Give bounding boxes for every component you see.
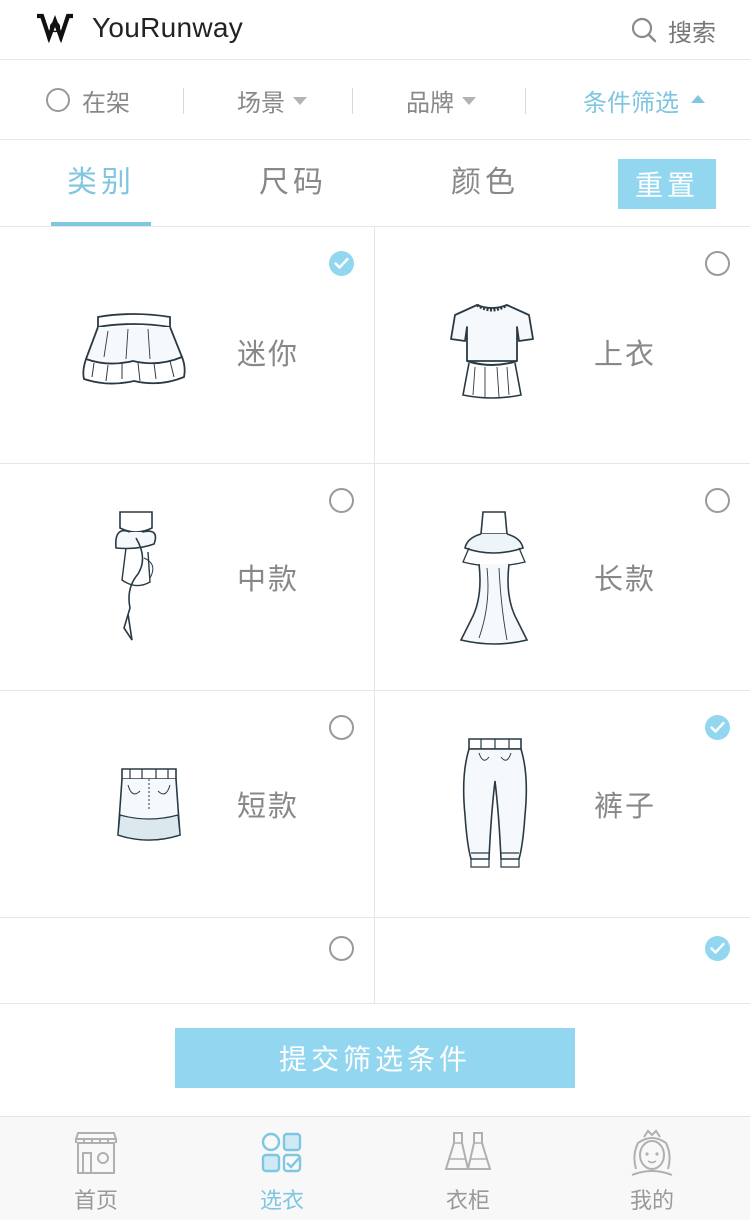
- checkbox-unchecked[interactable]: [329, 936, 354, 961]
- tab-category[interactable]: 类别: [51, 140, 151, 226]
- pants-icon: [462, 738, 528, 868]
- short-skirt-icon: [117, 768, 181, 841]
- category-item-midi[interactable]: 中款: [0, 464, 375, 691]
- brand-dropdown[interactable]: 品牌: [406, 60, 476, 140]
- reset-button[interactable]: 重置: [618, 159, 716, 209]
- store-icon: [74, 1132, 118, 1174]
- app-title: YouRunway: [92, 12, 244, 43]
- category-grid: 迷你 上衣 中款 长款 短款 裤子: [0, 227, 750, 1004]
- chevron-down-icon: [462, 97, 476, 105]
- category-label: 短款: [237, 789, 300, 823]
- filter-divider: [525, 88, 526, 114]
- filter-tabs: 类别 尺码 颜色 重置: [0, 140, 750, 227]
- condition-filter-label: 条件筛选: [583, 88, 679, 117]
- bottom-nav: 首页 选衣 衣柜 我的: [0, 1116, 750, 1220]
- long-dress-icon: [459, 511, 529, 645]
- nav-label: 衣柜: [445, 1189, 490, 1214]
- nav-item-profile[interactable]: 我的: [592, 1117, 712, 1220]
- submit-filter-button[interactable]: 提交筛选条件: [175, 1028, 575, 1088]
- scene-label: 场景: [237, 88, 285, 117]
- nav-label: 选衣: [259, 1189, 304, 1214]
- chevron-up-icon: [691, 95, 705, 103]
- category-item[interactable]: [0, 918, 375, 1004]
- select-grid-icon: [261, 1132, 302, 1173]
- category-label: 长款: [594, 562, 657, 596]
- filter-bar: 在架 场景 品牌 条件筛选: [0, 60, 750, 140]
- nav-item-select[interactable]: 选衣: [222, 1117, 342, 1220]
- category-item[interactable]: [375, 918, 750, 1004]
- checkbox-checked[interactable]: [705, 936, 730, 961]
- mini-skirt-icon: [82, 313, 186, 385]
- tab-size[interactable]: 尺码: [243, 140, 343, 226]
- checkbox-unchecked[interactable]: [705, 251, 730, 276]
- category-label: 中款: [237, 562, 300, 596]
- category-item-short[interactable]: 短款: [0, 691, 375, 918]
- filter-divider: [183, 88, 184, 114]
- active-tab-underline: [51, 222, 151, 226]
- filter-divider: [352, 88, 353, 114]
- category-item-mini[interactable]: 迷你: [0, 227, 375, 464]
- checkmark-icon: [710, 942, 725, 954]
- chevron-down-icon: [293, 97, 307, 105]
- search-icon: [631, 17, 657, 43]
- checkmark-icon: [334, 257, 349, 269]
- nav-item-wardrobe[interactable]: 衣柜: [408, 1117, 528, 1220]
- category-label: 上衣: [594, 337, 657, 371]
- app-header: YouRunway 搜索: [0, 0, 750, 60]
- search-button[interactable]: 搜索: [630, 13, 716, 47]
- checkbox-unchecked[interactable]: [705, 488, 730, 513]
- category-item-top[interactable]: 上衣: [375, 227, 750, 464]
- top-icon: [450, 303, 534, 399]
- nav-label: 首页: [73, 1189, 118, 1214]
- wardrobe-dresses-icon: [444, 1132, 492, 1170]
- checkbox-unchecked[interactable]: [329, 488, 354, 513]
- checkbox-unchecked[interactable]: [329, 715, 354, 740]
- condition-filter-dropdown[interactable]: 条件筛选: [583, 60, 705, 140]
- brand-label: 品牌: [406, 88, 454, 117]
- on-shelf-label: 在架: [82, 88, 130, 117]
- profile-face-icon: [631, 1129, 673, 1176]
- category-label: 裤子: [594, 789, 657, 823]
- yourunway-logo: [37, 13, 73, 44]
- nav-item-home[interactable]: 首页: [36, 1117, 156, 1220]
- midi-dress-icon: [114, 511, 157, 641]
- nav-label: 我的: [629, 1189, 674, 1214]
- checkmark-icon: [710, 721, 725, 733]
- tab-color[interactable]: 颜色: [435, 140, 535, 226]
- search-label: 搜索: [668, 18, 716, 47]
- on-shelf-toggle[interactable]: 在架: [46, 60, 130, 140]
- category-item-pants[interactable]: 裤子: [375, 691, 750, 918]
- on-shelf-radio[interactable]: [46, 88, 70, 112]
- scene-dropdown[interactable]: 场景: [237, 60, 307, 140]
- category-label: 迷你: [237, 337, 300, 371]
- checkbox-checked[interactable]: [705, 715, 730, 740]
- checkbox-checked[interactable]: [329, 251, 354, 276]
- category-item-long[interactable]: 长款: [375, 464, 750, 691]
